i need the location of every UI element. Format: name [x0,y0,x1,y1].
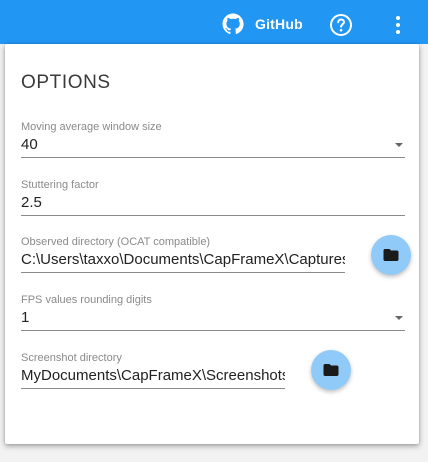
observed-directory-browse-button[interactable] [371,235,411,275]
folder-icon [323,364,339,376]
stuttering-factor-field[interactable]: Stuttering factor 2.5 [21,179,405,216]
options-title: OPTIONS [21,72,111,93]
folder-icon [383,249,399,261]
moving-average-dropdown[interactable]: 40 [21,136,405,158]
fps-rounding-value: 1 [21,309,30,326]
dots-vertical-icon[interactable] [386,13,410,37]
options-popup: OPTIONS Moving average window size 40 St… [5,44,419,444]
moving-average-label: Moving average window size [21,121,162,133]
observed-directory-field[interactable]: Observed directory (OCAT compatible) C:\… [21,236,345,273]
stuttering-factor-input[interactable]: 2.5 [21,194,405,216]
screenshot-directory-field[interactable]: Screenshot directory MyDocuments\CapFram… [21,352,285,389]
screenshot-directory-input[interactable]: MyDocuments\CapFrameX\Screenshots [21,367,285,389]
help-circle-icon[interactable] [329,13,353,37]
moving-average-value: 40 [21,136,38,153]
observed-directory-label: Observed directory (OCAT compatible) [21,236,211,248]
fps-rounding-field[interactable]: FPS values rounding digits 1 [21,294,405,331]
observed-directory-input[interactable]: C:\Users\taxxo\Documents\CapFrameX\Captu… [21,251,345,273]
github-icon [222,13,244,35]
github-label: GitHub [255,16,303,32]
chevron-down-icon [395,143,403,147]
screenshot-directory-label: Screenshot directory [21,352,122,364]
screenshot-directory-browse-button[interactable] [311,350,351,390]
top-bar: GitHub [0,0,428,44]
fps-rounding-dropdown[interactable]: 1 [21,309,405,331]
github-link[interactable]: GitHub [221,11,303,37]
stuttering-factor-label: Stuttering factor [21,179,99,191]
fps-rounding-label: FPS values rounding digits [21,294,152,306]
chevron-down-icon [395,316,403,320]
moving-average-field[interactable]: Moving average window size 40 [21,121,405,158]
